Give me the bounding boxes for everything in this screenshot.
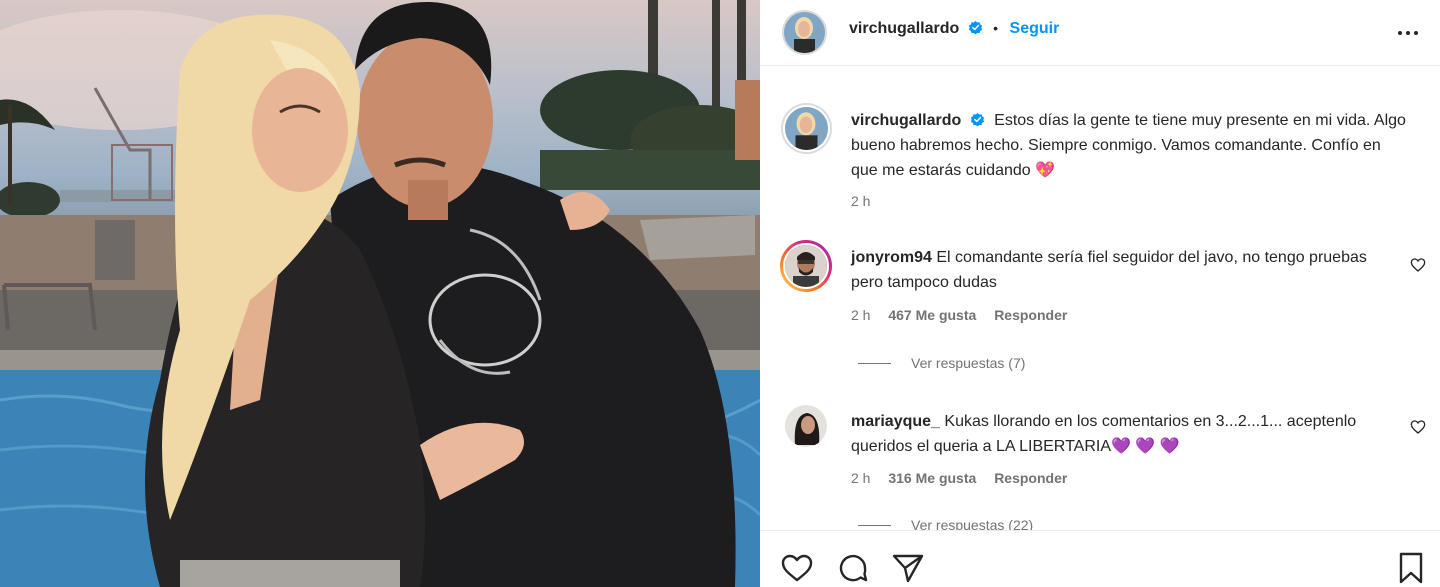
post-image[interactable] — [0, 0, 760, 587]
view-replies-label[interactable]: Ver respuestas (7) — [911, 355, 1025, 371]
post-detail-panel: virchugallardo • Seguir virchugallardo E… — [760, 0, 1440, 587]
comment-avatar-image — [785, 245, 827, 287]
comment-like-heart-icon[interactable] — [1410, 419, 1426, 435]
caption-meta: 2 h — [851, 193, 884, 209]
save-icon[interactable] — [1394, 551, 1428, 585]
verified-badge-icon — [970, 113, 984, 127]
post-action-bar — [760, 530, 1440, 587]
author-avatar-image — [784, 12, 825, 53]
follow-button[interactable]: Seguir — [1010, 20, 1060, 37]
comment-time[interactable]: 2 h — [851, 307, 870, 323]
view-replies-button[interactable]: Ver respuestas (7) — [858, 355, 1025, 371]
heart-icon[interactable] — [780, 551, 814, 585]
author-username[interactable]: virchugallardo — [849, 20, 959, 37]
caption-avatar[interactable] — [783, 105, 830, 152]
comment-username[interactable]: jonyrom94 — [851, 249, 932, 266]
comment-avatar-image — [785, 405, 827, 447]
comment-likes[interactable]: 467 Me gusta — [888, 307, 976, 323]
post-photo-illustration — [0, 0, 760, 587]
more-options-icon[interactable] — [1396, 23, 1420, 43]
caption-time[interactable]: 2 h — [851, 193, 870, 209]
comment: mariayque_ Kukas llorando en los comenta… — [851, 409, 1391, 459]
comment-meta: 2 h 467 Me gusta Responder — [851, 307, 1081, 323]
comment-username[interactable]: mariayque_ — [851, 413, 940, 430]
comment-reply-button[interactable]: Responder — [994, 470, 1067, 486]
caption-avatar-image — [785, 107, 828, 150]
header-title-row: virchugallardo • Seguir — [849, 20, 1059, 38]
verified-badge-icon — [968, 21, 982, 35]
replies-divider-line — [858, 362, 891, 364]
comment-likes[interactable]: 316 Me gusta — [888, 470, 976, 486]
comment-meta: 2 h 316 Me gusta Responder — [851, 470, 1081, 486]
comment-avatar[interactable] — [785, 405, 827, 447]
comment: jonyrom94 El comandante sería fiel segui… — [851, 245, 1391, 295]
share-icon[interactable] — [891, 551, 925, 585]
author-avatar[interactable] — [784, 12, 825, 53]
comment-icon[interactable] — [836, 551, 870, 585]
comment-reply-button[interactable]: Responder — [994, 307, 1067, 323]
comment-like-heart-icon[interactable] — [1410, 257, 1426, 273]
caption-username[interactable]: virchugallardo — [851, 112, 961, 129]
post-caption: virchugallardo Estos días la gente te ti… — [851, 108, 1411, 183]
separator-dot: • — [993, 20, 999, 36]
comment-time[interactable]: 2 h — [851, 470, 870, 486]
comment-avatar[interactable] — [783, 243, 829, 289]
replies-divider-line — [858, 524, 891, 526]
post-header: virchugallardo • Seguir — [760, 0, 1440, 66]
